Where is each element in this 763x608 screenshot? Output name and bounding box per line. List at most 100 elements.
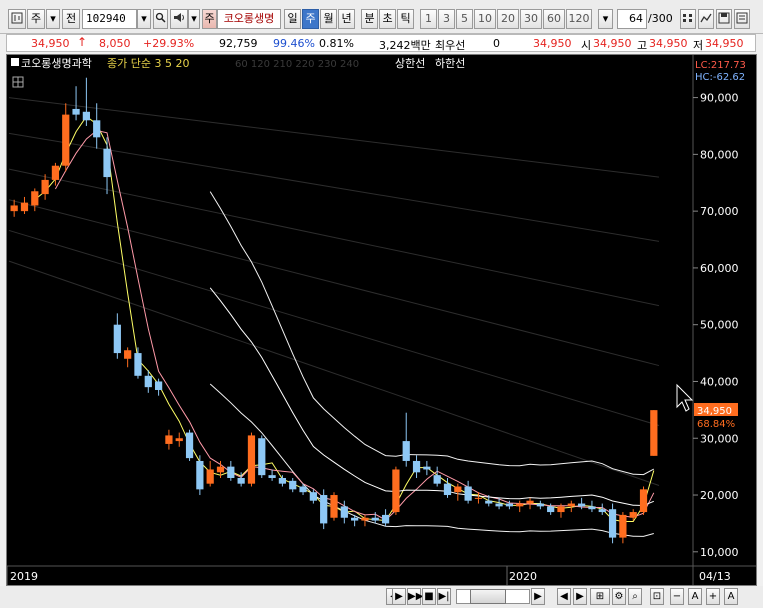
period-second[interactable]: 초 [379, 9, 396, 29]
font-icon[interactable]: A [688, 588, 702, 605]
low-label: 저 [693, 39, 704, 52]
candle-body [41, 179, 49, 195]
price-tag: 34,950 [697, 406, 732, 417]
zoom-in-icon[interactable]: + [706, 588, 720, 605]
candlestick-chart[interactable]: 90,000 80,000 70,000 60,000 50,000 40,000 30,0… [7, 55, 756, 585]
interval-120[interactable]: 120 [566, 9, 592, 29]
candle-body [103, 148, 111, 178]
candle-body [10, 205, 18, 212]
chart-type-icon[interactable] [8, 9, 26, 29]
candle-body [206, 469, 214, 484]
grid-toggle-icon[interactable] [12, 76, 24, 88]
current-price-right: 34,950 [533, 37, 572, 50]
upper-band [209, 191, 655, 476]
interval-10[interactable]: 10 [474, 9, 496, 29]
candle-body [454, 486, 462, 493]
x-label-date: 04/13 [699, 570, 731, 583]
interval-5[interactable]: 5 [456, 9, 473, 29]
interval-3[interactable]: 3 [438, 9, 455, 29]
legend-limit-down: 하한선 [435, 56, 465, 70]
moving-average-lines [34, 115, 655, 522]
y-tick-label: 90,000 [700, 92, 739, 105]
scroll-right-end-icon[interactable]: ▶ [573, 588, 587, 605]
play-icon[interactable]: ▶ [392, 588, 406, 605]
preferred-label: 최우선 [435, 39, 466, 52]
candle-body [629, 512, 637, 518]
stock-name-field[interactable]: 코오롱생명 [217, 9, 281, 29]
y-tick-label: 70,000 [700, 205, 739, 218]
sound-chevron-icon[interactable]: ▾ [188, 9, 200, 29]
chevron-down-icon[interactable]: ▾ [46, 9, 60, 29]
change-rate: +29.93% [143, 37, 195, 50]
volume: 92,759 [219, 37, 258, 50]
scrollbar-thumb[interactable] [470, 589, 506, 604]
ma3-line [34, 115, 655, 522]
candle-body [485, 500, 493, 504]
speaker-icon[interactable] [170, 9, 188, 29]
quote-bar: 34,950 ↑ 8,050 +29.93% 92,759 99.46% 0.8… [6, 34, 756, 52]
zoom-out-icon[interactable]: − [670, 588, 684, 605]
scroll-right-icon[interactable]: ▶ [531, 588, 545, 605]
mouse-cursor-icon [676, 383, 694, 412]
stop-icon[interactable]: ■ [422, 588, 436, 605]
y-axis-ticks: 90,000 80,000 70,000 60,000 50,000 40,000 30,0… [693, 92, 739, 559]
candle-body [474, 497, 483, 499]
candle-body [464, 486, 472, 501]
fit-icon[interactable]: ⊡ [650, 588, 664, 605]
volume-ratio: 99.46% [273, 37, 315, 50]
candle-body [62, 114, 70, 166]
fast-forward-icon[interactable]: ▶▶ [407, 588, 423, 605]
interval-20[interactable]: 20 [497, 9, 519, 29]
page-counter-input[interactable]: 64 [617, 9, 647, 29]
period-month[interactable]: 월 [320, 9, 337, 29]
large-font-icon[interactable]: A [724, 588, 738, 605]
price-change: 8,050 [99, 37, 131, 50]
candle-body [258, 438, 266, 476]
legend-long-ma: 60 120 210 220 230 240 [235, 59, 359, 70]
price-chart[interactable]: 90,000 80,000 70,000 60,000 50,000 40,000 30,0… [6, 54, 757, 586]
y-tick-label: 50,000 [700, 319, 739, 332]
x-label-2020: 2020 [509, 570, 537, 583]
bottom-navigation-bar: ◀ ▶ ▶▶ ■ ▶| ▶ ◀ ▶ ⊞ ⚙ ⌕ ⊡ − A + A [0, 586, 763, 608]
candle-body [72, 108, 80, 115]
period-week[interactable]: 주 [302, 9, 319, 29]
period-minute[interactable]: 분 [361, 9, 378, 29]
candle-body [608, 509, 617, 538]
interval-1[interactable]: 1 [420, 9, 437, 29]
line-chart-icon[interactable] [698, 9, 714, 29]
drawing-tools-icon[interactable] [680, 9, 696, 29]
stock-code-input[interactable]: 102940 [82, 9, 137, 29]
period-year[interactable]: 년 [338, 9, 355, 29]
candle-body [371, 517, 379, 521]
settings-gear-icon[interactable]: ⚙ [612, 588, 626, 605]
y-tick-label: 40,000 [700, 375, 739, 388]
candle-body [93, 120, 101, 138]
candle-body [278, 477, 287, 484]
prev-button[interactable]: 전 [62, 9, 80, 29]
candle-body [320, 495, 328, 524]
period-day[interactable]: 일 [284, 9, 301, 29]
scroll-left-end-icon[interactable]: ◀ [557, 588, 571, 605]
settings-icon[interactable] [734, 9, 750, 29]
candle-body [516, 503, 524, 507]
search-icon[interactable] [153, 9, 168, 29]
candle-body [237, 477, 245, 484]
zoom-tools-icon[interactable]: ⊞ [590, 588, 610, 605]
skip-end-icon[interactable]: ▶| [437, 588, 451, 605]
code-dropdown-chevron-icon[interactable]: ▾ [137, 9, 151, 29]
candle-body [20, 202, 29, 212]
long-ma-line [8, 260, 660, 486]
period-tick[interactable]: 틱 [397, 9, 414, 29]
candle-body [31, 191, 39, 206]
type-select[interactable]: 주 [27, 9, 45, 29]
save-icon[interactable] [716, 9, 732, 29]
search-small-icon[interactable]: ⌕ [628, 588, 642, 605]
page-total-label: /300 [648, 12, 673, 25]
interval-30[interactable]: 30 [520, 9, 542, 29]
candle-body [175, 438, 183, 442]
candle-body [505, 503, 514, 507]
interval-60[interactable]: 60 [543, 9, 565, 29]
candle-body [578, 503, 586, 507]
interval-dropdown-chevron-icon[interactable]: ▾ [598, 9, 613, 29]
candle-body [598, 509, 606, 513]
